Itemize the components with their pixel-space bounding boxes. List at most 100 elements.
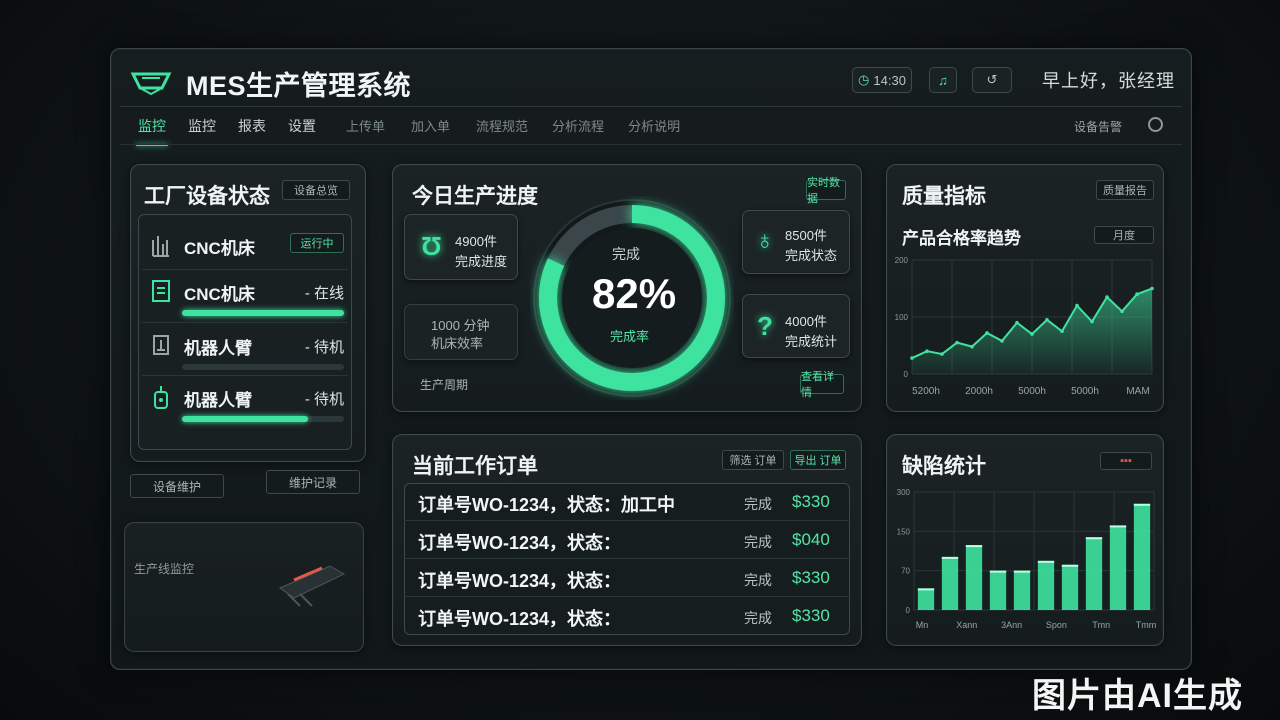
- stat-card[interactable]: ? 4000件 完成统计: [742, 294, 850, 358]
- donut-top-label: 完成: [612, 246, 640, 262]
- equipment-progress: [182, 416, 344, 422]
- order-status: 完成: [744, 534, 772, 550]
- table-row[interactable]: 订单号WO-1234，状态： 完成 $330: [404, 559, 850, 597]
- nav-divider: [120, 144, 1182, 145]
- x-tick-label: Xann: [956, 620, 977, 630]
- equipment-row[interactable]: 机器人臂 - 待机: [146, 326, 346, 376]
- details-tag[interactable]: 查看详情: [800, 371, 844, 399]
- tab-settings[interactable]: 设置: [288, 116, 316, 142]
- filter-orders-button[interactable]: 筛选 订单: [722, 450, 784, 470]
- quality-tag[interactable]: 质量报告: [1096, 180, 1154, 200]
- divider: [142, 322, 348, 323]
- bar: [1133, 503, 1151, 610]
- order-text: 订单号WO-1234，状态：加工中: [418, 495, 676, 515]
- equipment-status: - 在线: [304, 285, 344, 302]
- line-point: [1075, 303, 1079, 308]
- x-tick-label: MAM: [1126, 386, 1149, 397]
- ear-icon: Ʊ: [421, 231, 442, 261]
- export-orders-button[interactable]: 导出 订单: [790, 450, 846, 470]
- refresh-icon[interactable]: [1148, 117, 1163, 132]
- y-tick-label: 150: [897, 527, 911, 536]
- line-point: [970, 344, 974, 349]
- line-point: [1090, 319, 1094, 324]
- line-point: [1120, 309, 1124, 314]
- quality-line-chart: 200 100 05200h 2000h 5000h 5000h MAM: [895, 256, 1154, 397]
- y-tick-label: 0: [904, 370, 909, 379]
- tab-upload[interactable]: 上传单: [346, 116, 385, 142]
- bar: [1013, 570, 1031, 610]
- link-button[interactable]: ↺: [972, 67, 1012, 93]
- tab-join[interactable]: 加入单: [411, 116, 450, 142]
- stat-label: 完成状态: [785, 248, 838, 263]
- user-greeting[interactable]: 早上好，张经理: [1042, 67, 1175, 93]
- tab-monitor-active[interactable]: 监控: [136, 116, 168, 146]
- watermark-text: 图片由AI生成: [1032, 677, 1243, 715]
- y-tick-label: 0: [906, 606, 911, 615]
- defects-tag[interactable]: ▪▪▪: [1100, 452, 1152, 470]
- table-row[interactable]: 订单号WO-1234，状态：加工中 完成 $330: [404, 483, 850, 521]
- notification-button[interactable]: ♫: [929, 67, 957, 93]
- stat-value: 8500件: [785, 228, 827, 243]
- quality-title: 质量指标: [902, 185, 986, 208]
- x-tick-label: Mn: [916, 620, 929, 630]
- quality-period-tag[interactable]: 月度: [1094, 226, 1154, 244]
- defects-title: 缺陷统计: [902, 455, 986, 478]
- app-title: MES生产管理系统: [186, 71, 412, 101]
- order-value: $330: [792, 492, 830, 511]
- equipment-name: 机器人臂: [184, 339, 252, 358]
- tab-monitor[interactable]: 监控: [188, 116, 216, 142]
- machine-icon: [152, 280, 170, 302]
- tab-reports[interactable]: 报表: [238, 116, 266, 142]
- divider: [142, 375, 348, 376]
- line-point: [925, 349, 929, 353]
- line-point: [1015, 320, 1019, 325]
- tab-process[interactable]: 流程规范: [476, 116, 528, 142]
- y-tick-label: 100: [895, 313, 909, 322]
- header-divider: [120, 106, 1182, 107]
- maintenance-button[interactable]: 设备维护: [130, 474, 224, 498]
- bar: [989, 570, 1007, 610]
- equipment-row[interactable]: 机器人臂 - 待机: [146, 378, 346, 428]
- clock-button[interactable]: ◷ 14:30: [852, 67, 912, 93]
- order-text: 订单号WO-1234，状态：: [418, 533, 622, 553]
- order-value: $330: [792, 606, 830, 625]
- stat-label: 机床效率: [431, 336, 484, 351]
- progress-fill: [182, 310, 344, 316]
- line-point: [1105, 295, 1109, 299]
- bar-cap: [1061, 564, 1079, 567]
- line-monitor-label: 生产线监控: [134, 562, 195, 576]
- donut-bottom-label: 完成率: [610, 329, 650, 344]
- order-text: 订单号WO-1234，状态：: [418, 609, 622, 629]
- cycle-label: 生产周期: [420, 378, 469, 392]
- bar-cap: [1013, 570, 1031, 573]
- equipment-row[interactable]: CNC机床 - 在线: [146, 272, 346, 322]
- logo-icon: [130, 72, 172, 96]
- table-row[interactable]: 订单号WO-1234，状态： 完成 $040: [404, 521, 850, 559]
- bar-cap: [1085, 537, 1103, 540]
- equipment-tag[interactable]: 设备总览: [282, 180, 350, 200]
- donut-percent: 82%: [592, 270, 677, 317]
- equipment-status: - 待机: [304, 339, 344, 356]
- table-row[interactable]: 订单号WO-1234，状态： 完成 $330: [404, 597, 850, 635]
- production-tag[interactable]: 实时数据: [806, 177, 846, 205]
- bar: [917, 588, 935, 610]
- bell-icon: ♫: [938, 72, 948, 88]
- tab-analysis[interactable]: 分析流程: [552, 116, 604, 142]
- tab-notes[interactable]: 分析说明: [628, 116, 680, 142]
- robot-arm-icon: [153, 335, 169, 355]
- maintenance-log-button[interactable]: 维护记录: [266, 470, 360, 494]
- legend-icon: ▪▪▪: [1120, 455, 1132, 467]
- question-icon: ?: [757, 311, 773, 341]
- x-tick-label: Tmn: [1092, 620, 1110, 630]
- stat-card[interactable]: 1000 分钟 机床效率: [404, 304, 518, 360]
- alert-link[interactable]: 设备告警: [1074, 118, 1122, 135]
- stat-card[interactable]: ♁ 8500件 完成状态: [742, 210, 850, 274]
- equipment-name: CNC机床: [184, 285, 255, 304]
- bar-cap: [965, 545, 983, 548]
- pin-icon: ♁: [755, 225, 775, 255]
- bar: [965, 545, 983, 610]
- stat-label: 完成统计: [785, 334, 838, 349]
- stat-card[interactable]: Ʊ 4900件 完成进度: [404, 214, 518, 280]
- line-point: [1150, 286, 1154, 291]
- stat-label: 完成进度: [455, 254, 508, 269]
